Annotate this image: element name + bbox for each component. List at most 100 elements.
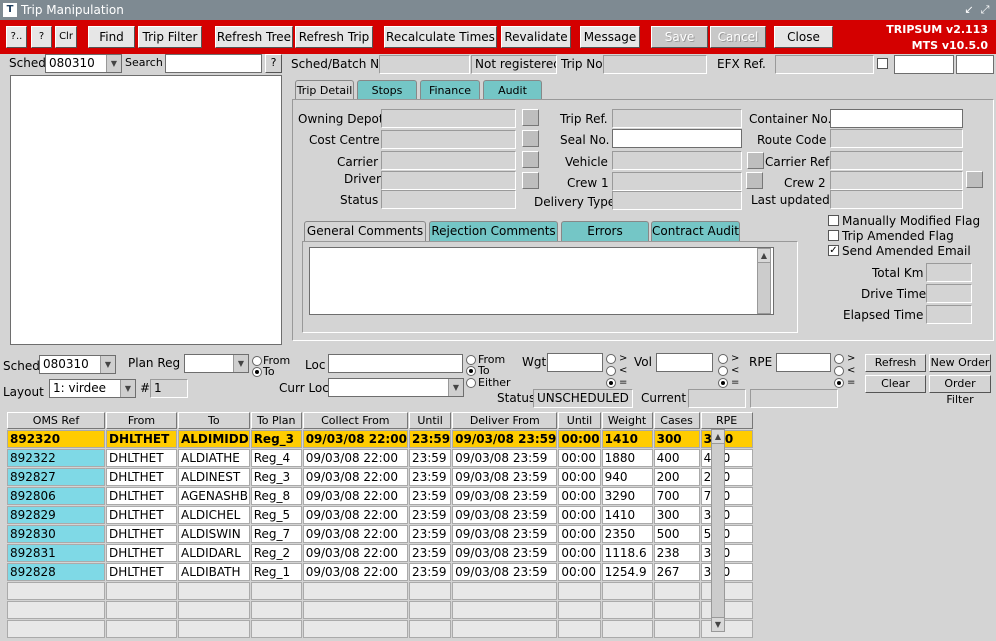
column-header[interactable]: RPE	[700, 412, 753, 429]
table-cell[interactable]: 500	[653, 525, 700, 543]
table-cell[interactable]: DHLTHET	[106, 468, 177, 486]
table-cell[interactable]: 09/03/08 22:00	[302, 487, 408, 505]
table-cell[interactable]: Reg_7	[250, 525, 302, 543]
table-cell[interactable]: 09/03/08 22:00	[302, 506, 408, 524]
cost-centre-lookup-button[interactable]	[522, 130, 539, 147]
chevron-down-icon[interactable]: ▼	[448, 379, 463, 396]
table-cell[interactable]: 238	[653, 544, 700, 562]
rpe-gt-radio[interactable]	[834, 354, 844, 364]
carrier-lookup-button[interactable]	[522, 151, 539, 168]
table-cell[interactable]: 300	[653, 430, 700, 448]
trip-amended-checkbox[interactable]	[828, 230, 839, 241]
plan-reg-to-radio[interactable]	[252, 367, 262, 377]
efx-extra-field-1[interactable]	[894, 55, 954, 74]
driver-field[interactable]	[381, 171, 516, 190]
table-cell[interactable]: 00:00	[558, 544, 601, 562]
rpe-eq-radio[interactable]	[834, 378, 844, 388]
tab-audit[interactable]: Audit	[483, 80, 542, 100]
table-cell[interactable]: 00:00	[558, 487, 601, 505]
table-cell[interactable]: ALDIDARL	[178, 544, 250, 562]
table-cell[interactable]: 09/03/08 22:00	[302, 525, 408, 543]
table-cell[interactable]: 23:59	[408, 563, 452, 581]
table-cell[interactable]	[250, 620, 302, 638]
column-header[interactable]: To	[178, 412, 250, 429]
table-cell[interactable]	[250, 601, 302, 619]
wgt-lt-radio[interactable]	[606, 366, 616, 376]
table-cell[interactable]	[653, 620, 700, 638]
table-cell[interactable]: 892320	[7, 430, 105, 448]
scroll-up-icon[interactable]: ▲	[712, 430, 724, 444]
table-row[interactable]: 892830 DHLTHET ALDISWIN Reg_7 09/03/08 22:00…	[7, 525, 753, 543]
table-cell[interactable]: 3.00	[700, 544, 753, 562]
refresh-orders-button[interactable]: Refresh	[865, 354, 926, 372]
table-cell[interactable]	[106, 582, 177, 600]
new-order-button[interactable]: New Order	[929, 354, 991, 372]
table-cell[interactable]: ALDIMIDD	[178, 430, 250, 448]
crew1-lookup-button[interactable]	[746, 172, 763, 189]
table-cell[interactable]	[601, 582, 653, 600]
minimize-icon[interactable]: ↙	[962, 3, 976, 17]
chevron-down-icon[interactable]: ▼	[233, 355, 248, 372]
table-cell[interactable]: 09/03/08 23:59	[452, 449, 558, 467]
table-cell[interactable]: 09/03/08 23:59	[452, 430, 558, 448]
table-cell[interactable]: 892831	[7, 544, 105, 562]
vehicle-lookup-button[interactable]	[747, 152, 764, 169]
table-cell[interactable]: 23:59	[408, 430, 452, 448]
message-button[interactable]: Message	[580, 26, 640, 48]
table-cell[interactable]: 23:59	[408, 544, 452, 562]
vol-lt-radio[interactable]	[718, 366, 728, 376]
carrier-field[interactable]	[381, 151, 516, 170]
table-cell[interactable]: 23:59	[408, 468, 452, 486]
recalculate-times-button[interactable]: Recalculate Times	[384, 26, 497, 48]
general-comments-textarea[interactable]	[309, 247, 774, 315]
table-row-empty[interactable]	[7, 620, 753, 638]
table-cell[interactable]: 09/03/08 22:00	[302, 563, 408, 581]
curr-loc-select[interactable]: ▼	[328, 378, 464, 397]
table-cell[interactable]: ALDINEST	[178, 468, 250, 486]
table-cell[interactable]	[106, 601, 177, 619]
owning-depot-field[interactable]	[381, 109, 516, 128]
table-cell[interactable]: 5.00	[700, 525, 753, 543]
filter-sched-select[interactable]: 080310 ▼	[39, 355, 116, 374]
table-cell[interactable]: 1118.6	[601, 544, 653, 562]
table-cell[interactable]: 00:00	[558, 430, 601, 448]
table-cell[interactable]: 400	[653, 449, 700, 467]
wgt-gt-radio[interactable]	[606, 354, 616, 364]
table-cell[interactable]: ALDICHEL	[178, 506, 250, 524]
table-cell[interactable]: 00:00	[558, 563, 601, 581]
tab-errors[interactable]: Errors	[561, 221, 649, 241]
table-cell[interactable]	[250, 582, 302, 600]
find-button[interactable]: Find	[88, 26, 135, 48]
table-cell[interactable]: 09/03/08 23:59	[452, 487, 558, 505]
column-header[interactable]: From	[106, 412, 177, 429]
close-button[interactable]: Close	[774, 26, 833, 48]
table-cell[interactable]: 23:59	[408, 506, 452, 524]
efx-extra-field-2[interactable]	[956, 55, 994, 74]
clear-button[interactable]: Clr	[55, 26, 77, 48]
scroll-down-icon[interactable]: ▼	[712, 617, 724, 631]
loc-input[interactable]	[328, 354, 463, 373]
crew2-field[interactable]	[830, 171, 963, 190]
table-cell[interactable]: 3.00	[700, 563, 753, 581]
table-cell[interactable]: 09/03/08 23:59	[452, 544, 558, 562]
delivery-type-field[interactable]	[612, 191, 742, 210]
trip-tree[interactable]	[10, 75, 282, 345]
table-cell[interactable]	[302, 601, 408, 619]
table-cell[interactable]: DHLTHET	[106, 525, 177, 543]
table-cell[interactable]: 09/03/08 23:59	[452, 525, 558, 543]
table-cell[interactable]: 892827	[7, 468, 105, 486]
wgt-eq-radio[interactable]	[606, 378, 616, 388]
scroll-up-icon[interactable]: ▲	[758, 249, 770, 263]
wgt-input[interactable]	[547, 353, 603, 372]
table-cell[interactable]: 940	[601, 468, 653, 486]
table-cell[interactable]: 09/03/08 22:00	[302, 468, 408, 486]
table-cell[interactable]	[700, 582, 753, 600]
help-menu-button[interactable]: ?..	[6, 26, 27, 48]
rpe-input[interactable]	[776, 353, 831, 372]
table-cell[interactable]: 2350	[601, 525, 653, 543]
column-header[interactable]: To Plan	[250, 412, 302, 429]
plan-reg-from-radio[interactable]	[252, 356, 262, 366]
table-cell[interactable]: Reg_3	[250, 468, 302, 486]
chevron-down-icon[interactable]: ▼	[106, 55, 121, 72]
refresh-trip-button[interactable]: Refresh Trip	[295, 26, 373, 48]
